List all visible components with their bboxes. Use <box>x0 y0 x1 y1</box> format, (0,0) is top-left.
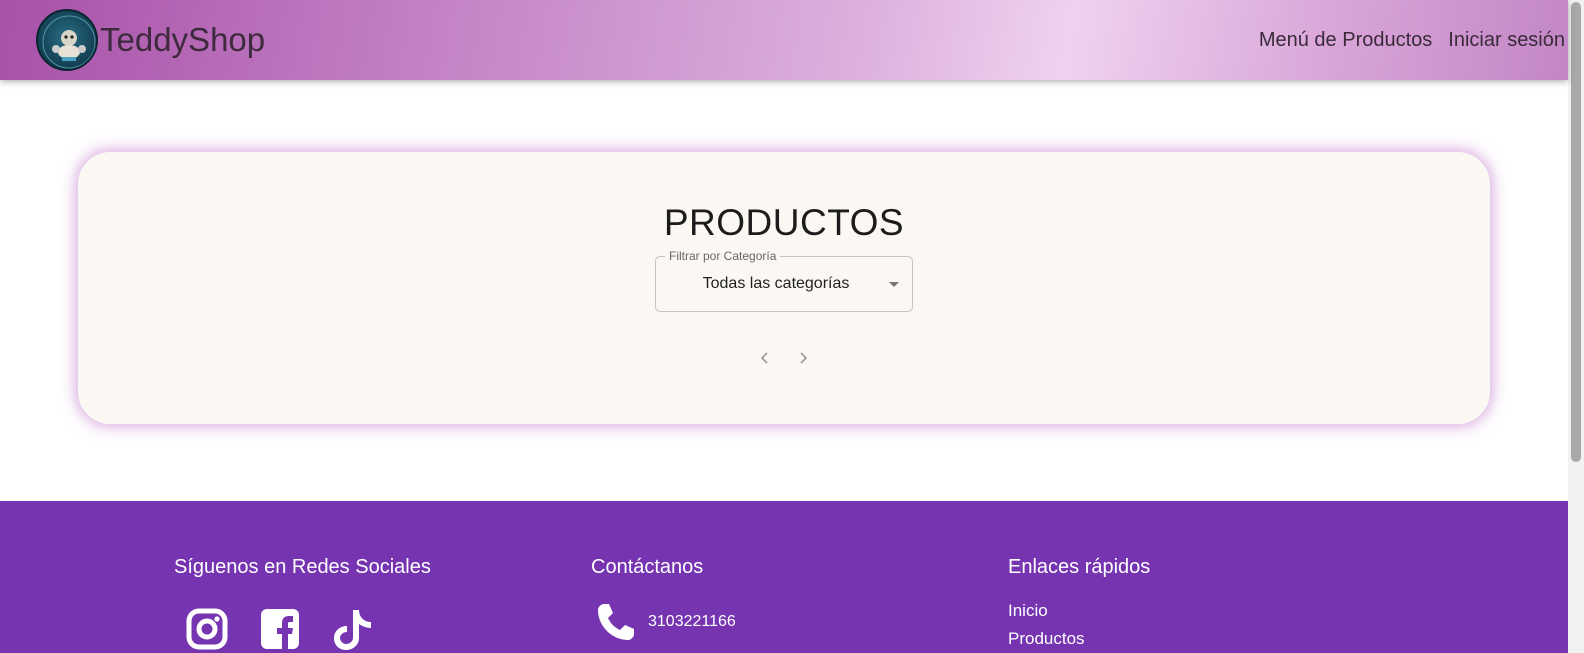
brand-name[interactable]: TeddyShop <box>100 21 265 59</box>
nav-link-iniciar-sesion[interactable]: Iniciar sesión <box>1448 29 1565 52</box>
chevron-left-icon[interactable] <box>755 348 775 368</box>
contact-section-title: Contáctanos <box>591 556 704 578</box>
category-filter-select[interactable]: Filtrar por Categoría Todas las categorí… <box>655 249 913 312</box>
top-navbar: TeddyShop Menú de Productos Iniciar sesi… <box>0 0 1568 80</box>
facebook-icon[interactable] <box>260 608 300 653</box>
main-nav: Menú de Productos Iniciar sesión <box>1259 29 1565 52</box>
contact-phone[interactable]: 3103221166 <box>648 613 736 631</box>
nav-link-menu-productos[interactable]: Menú de Productos <box>1259 29 1432 52</box>
dropdown-arrow-icon <box>889 282 899 287</box>
logo-image[interactable] <box>36 9 98 71</box>
phone-icon <box>596 602 636 647</box>
chevron-right-icon[interactable] <box>793 348 813 368</box>
products-card: PRODUCTOS Filtrar por Categoría Todas la… <box>78 152 1490 424</box>
quick-links-title: Enlaces rápidos <box>1008 556 1151 578</box>
page-scrollbar[interactable] <box>1568 0 1584 653</box>
tiktok-icon[interactable] <box>331 608 375 653</box>
quick-link-productos[interactable]: Productos <box>1008 629 1085 649</box>
category-filter-label: Filtrar por Categoría <box>665 249 781 263</box>
footer: Síguenos en Redes Sociales Contáctanos 3… <box>0 501 1568 653</box>
social-section-title: Síguenos en Redes Sociales <box>174 556 431 578</box>
page-title: PRODUCTOS <box>663 202 905 243</box>
category-filter-value: Todas las categorías <box>702 275 850 292</box>
scrollbar-thumb[interactable] <box>1571 2 1581 462</box>
instagram-icon[interactable] <box>186 608 228 653</box>
quick-link-inicio[interactable]: Inicio <box>1008 601 1048 621</box>
